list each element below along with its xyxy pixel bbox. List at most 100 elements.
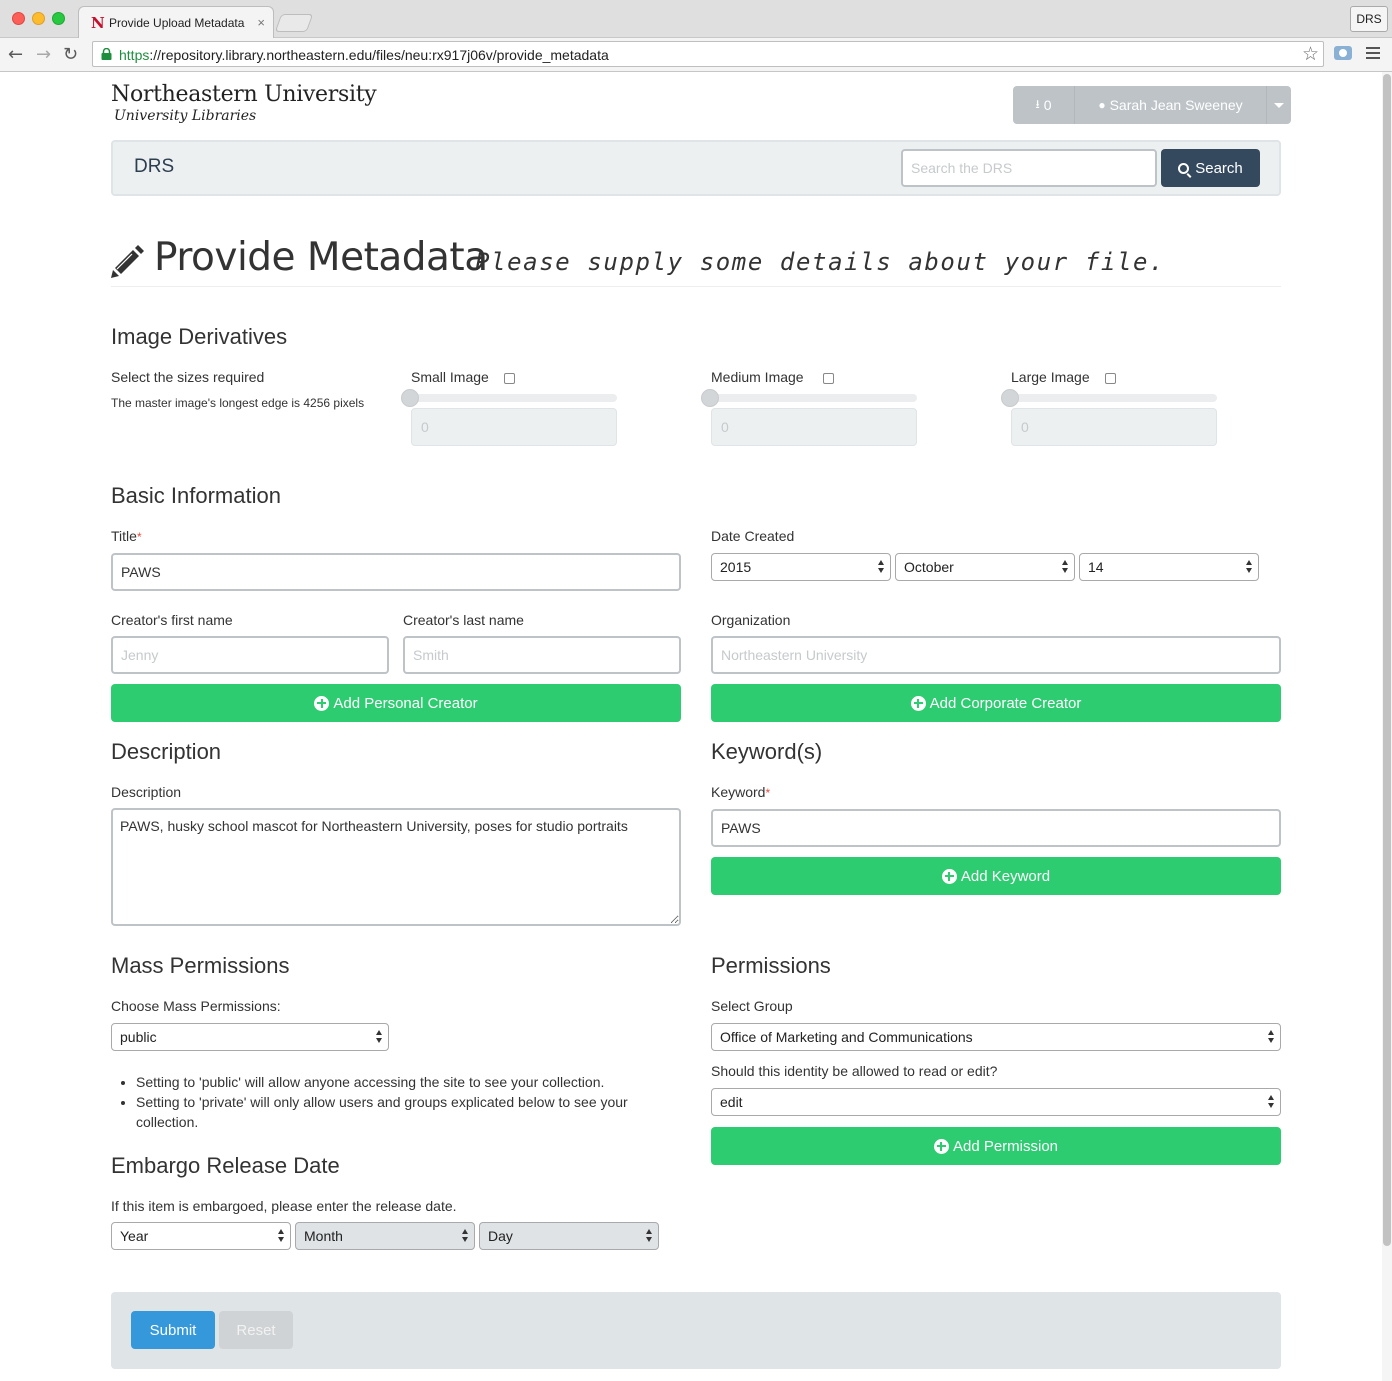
submit-button[interactable]: Submit xyxy=(131,1311,215,1349)
embargo-heading: Embargo Release Date xyxy=(111,1153,340,1178)
browser-toolbar: ← → ↻ https://repository.library.northea… xyxy=(0,38,1392,72)
zoom-window-button[interactable] xyxy=(52,12,65,25)
form-actions: Submit Reset xyxy=(111,1292,1281,1369)
select-arrows-icon xyxy=(376,1030,383,1043)
title-input[interactable] xyxy=(111,553,681,591)
embargo-month-select[interactable]: Month xyxy=(295,1222,475,1250)
page-header: Provide Metadata Please supply some deta… xyxy=(111,232,1281,287)
downloads-button[interactable]: ⭳ 0 xyxy=(1013,86,1075,124)
large-image-value: 0 xyxy=(1011,408,1217,446)
mass-permissions-heading: Mass Permissions xyxy=(111,953,290,978)
creator-first-name-input[interactable] xyxy=(111,636,389,674)
select-arrows-icon xyxy=(1246,560,1253,573)
large-image-checkbox[interactable] xyxy=(1105,373,1116,384)
select-arrows-icon xyxy=(878,560,885,573)
title-label: Title* xyxy=(111,528,142,544)
mass-permissions-label: Choose Mass Permissions: xyxy=(111,998,281,1014)
scrollbar-thumb[interactable] xyxy=(1383,74,1391,1246)
add-personal-creator-button[interactable]: Add Personal Creator xyxy=(111,684,681,722)
user-icon: ● xyxy=(1098,98,1106,112)
medium-image-slider[interactable] xyxy=(711,394,917,402)
date-day-select[interactable]: 14 xyxy=(1079,553,1259,581)
date-month-select[interactable]: October xyxy=(895,553,1075,581)
creator-last-name-label: Creator's last name xyxy=(403,612,524,628)
large-image-slider[interactable] xyxy=(1011,394,1217,402)
plus-circle-icon xyxy=(941,868,957,884)
medium-image-slider-handle[interactable] xyxy=(701,389,719,407)
user-name: Sarah Jean Sweeney xyxy=(1109,97,1243,113)
search-button[interactable]: Search xyxy=(1161,149,1260,187)
creator-first-name-label: Creator's first name xyxy=(111,612,233,628)
organization-input[interactable] xyxy=(711,636,1281,674)
back-arrow-icon[interactable]: ← xyxy=(8,44,23,65)
keyword-label: Keyword* xyxy=(711,784,771,800)
add-permission-button[interactable]: Add Permission xyxy=(711,1127,1281,1165)
add-corporate-creator-button[interactable]: Add Corporate Creator xyxy=(711,684,1281,722)
select-arrows-icon xyxy=(462,1229,469,1242)
select-arrows-icon xyxy=(1268,1095,1275,1108)
browser-tab[interactable]: N Provide Upload Metadata × xyxy=(78,6,274,39)
keyword-input[interactable] xyxy=(711,809,1281,847)
forward-arrow-icon[interactable]: → xyxy=(36,44,51,65)
address-bar[interactable]: https://repository.library.northeastern.… xyxy=(92,41,1324,67)
page-title: Provide Metadata xyxy=(154,235,488,280)
basic-information-heading: Basic Information xyxy=(111,483,281,508)
small-image-slider[interactable] xyxy=(411,394,617,402)
search-input[interactable] xyxy=(901,149,1157,187)
select-arrows-icon xyxy=(1062,560,1069,573)
download-icon: ⭳ xyxy=(1035,96,1040,111)
drs-brand-link[interactable]: DRS xyxy=(134,156,174,178)
select-arrows-icon xyxy=(1268,1030,1275,1043)
permissions-heading: Permissions xyxy=(711,953,831,978)
keywords-heading: Keyword(s) xyxy=(711,739,823,764)
plus-circle-icon xyxy=(933,1138,949,1154)
libraries-logo[interactable]: University Libraries xyxy=(114,108,256,124)
lock-icon xyxy=(101,48,112,60)
creator-last-name-input[interactable] xyxy=(403,636,681,674)
profile-button[interactable]: DRS xyxy=(1350,6,1388,32)
plus-circle-icon xyxy=(910,695,926,711)
description-heading: Description xyxy=(111,739,222,764)
search-button-label: Search xyxy=(1195,159,1243,177)
embargo-day-select[interactable]: Day xyxy=(479,1222,659,1250)
medium-image-value: 0 xyxy=(711,408,917,446)
drs-navbar: DRS Search xyxy=(111,140,1281,196)
camera-icon[interactable] xyxy=(1334,46,1352,60)
small-image-checkbox[interactable] xyxy=(504,373,515,384)
access-level-select[interactable]: edit xyxy=(711,1088,1281,1116)
list-item: Setting to 'public' will allow anyone ac… xyxy=(136,1072,681,1092)
select-arrows-icon xyxy=(278,1229,285,1242)
star-icon[interactable]: ☆ xyxy=(1302,43,1319,65)
reload-icon[interactable]: ↻ xyxy=(63,44,78,65)
large-image-slider-handle[interactable] xyxy=(1001,389,1019,407)
group-select[interactable]: Office of Marketing and Communications xyxy=(711,1023,1281,1051)
new-tab-button[interactable] xyxy=(274,14,314,32)
browser-tab-strip: N Provide Upload Metadata × DRS xyxy=(0,0,1392,39)
description-label: Description xyxy=(111,784,182,800)
date-year-select[interactable]: 2015 xyxy=(711,553,891,581)
large-image-label: Large Image xyxy=(1011,369,1090,385)
medium-image-checkbox[interactable] xyxy=(823,373,834,384)
tab-close-icon[interactable]: × xyxy=(257,15,265,30)
menu-icon[interactable] xyxy=(1366,47,1380,62)
embargo-year-select[interactable]: Year xyxy=(111,1222,291,1250)
reset-button[interactable]: Reset xyxy=(219,1311,293,1349)
medium-image-label: Medium Image xyxy=(711,369,804,385)
tab-title: Provide Upload Metadata xyxy=(109,16,245,30)
description-textarea[interactable]: PAWS, husky school mascot for Northeaste… xyxy=(111,808,681,926)
small-image-slider-handle[interactable] xyxy=(401,389,419,407)
select-arrows-icon xyxy=(646,1229,653,1242)
university-logo[interactable]: Northeastern University xyxy=(111,82,377,107)
small-image-label: Small Image xyxy=(411,369,489,385)
url-text[interactable]: https://repository.library.northeastern.… xyxy=(119,47,609,63)
user-dropdown-toggle[interactable] xyxy=(1267,86,1291,124)
user-menu-button[interactable]: ● Sarah Jean Sweeney xyxy=(1075,86,1267,124)
close-window-button[interactable] xyxy=(12,12,25,25)
mass-permissions-select[interactable]: public xyxy=(111,1023,389,1051)
minimize-window-button[interactable] xyxy=(32,12,45,25)
add-keyword-button[interactable]: Add Keyword xyxy=(711,857,1281,895)
mass-permissions-help: Setting to 'public' will allow anyone ac… xyxy=(111,1072,681,1132)
northeastern-favicon-icon: N xyxy=(91,14,105,32)
organization-label: Organization xyxy=(711,612,791,628)
pencil-icon xyxy=(111,245,144,278)
